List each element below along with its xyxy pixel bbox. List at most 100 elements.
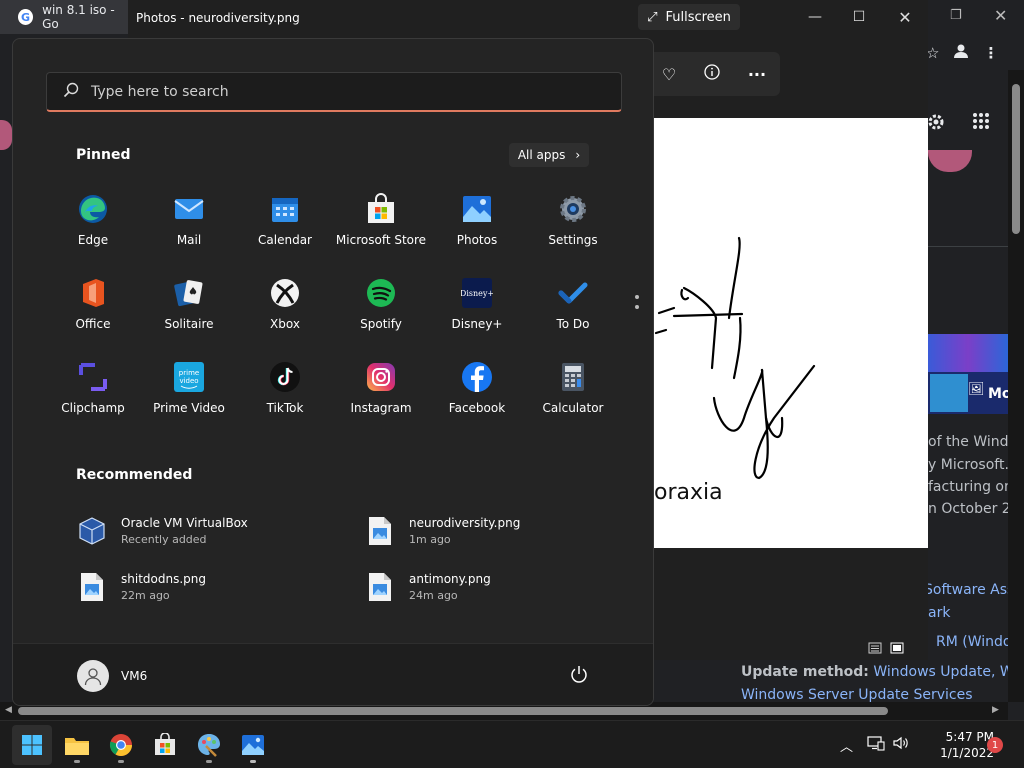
pinned-app-label: Calculator — [542, 401, 604, 415]
taskbar-photos[interactable] — [233, 725, 273, 765]
update-method-links[interactable]: Windows Update, Window — [873, 664, 1024, 680]
start-search-input[interactable]: Type here to search — [46, 72, 622, 112]
recommended-item[interactable]: Oracle VM VirtualBox Recently added — [77, 511, 347, 551]
pinned-app-calendar[interactable]: Calendar — [237, 189, 333, 259]
taskbar-file-explorer[interactable] — [57, 725, 97, 765]
wiki-line: of the Windo — [928, 434, 1018, 450]
doodle-fragment-left — [0, 120, 12, 150]
maximize-button[interactable]: ☐ — [836, 6, 882, 28]
restore-icon[interactable]: ❐ — [950, 8, 962, 23]
pinned-app-label: Photos — [456, 233, 498, 247]
store-icon — [155, 733, 175, 755]
bookmark-star-icon[interactable]: ☆ — [926, 44, 939, 62]
taskbar-paint[interactable] — [189, 725, 229, 765]
pinned-app-label: Spotify — [360, 317, 402, 331]
pinned-app-label: Settings — [548, 233, 598, 247]
chrome-icon — [109, 734, 132, 756]
pinned-app-disney[interactable]: Disney+ Disney+ — [429, 273, 525, 343]
virtualbox-icon — [77, 516, 107, 546]
maximize-icon: ☐ — [852, 9, 866, 25]
pinned-app-office[interactable]: Office — [45, 273, 141, 343]
recommended-name: antimony.png — [409, 572, 491, 586]
all-apps-button[interactable]: All apps › — [509, 143, 589, 167]
network-icon[interactable] — [867, 735, 885, 755]
pinned-app-label: Mail — [176, 233, 202, 247]
store-icon — [365, 193, 397, 225]
pinned-app-facebook[interactable]: Facebook — [429, 357, 525, 427]
pinned-app-photos[interactable]: Photos — [429, 189, 525, 259]
edge-icon — [77, 193, 109, 225]
scrollbar-thumb[interactable] — [1012, 84, 1020, 234]
power-button[interactable] — [569, 664, 593, 688]
recommended-subtitle: 24m ago — [409, 589, 458, 602]
recommended-item[interactable]: antimony.png 24m ago — [365, 567, 635, 607]
scrollbar-thumb[interactable] — [18, 707, 888, 715]
recommended-subtitle: 1m ago — [409, 533, 451, 546]
minimize-button[interactable]: — — [792, 6, 838, 28]
volume-icon[interactable] — [893, 735, 909, 755]
list-view-icon[interactable] — [868, 640, 882, 659]
favorite-heart-icon[interactable]: ♡ — [662, 65, 676, 84]
pinned-app-label: Microsoft Store — [335, 233, 427, 247]
pinned-app-calculator[interactable]: Calculator — [525, 357, 621, 427]
taskbar-chrome[interactable] — [101, 725, 141, 765]
pinned-app-edge[interactable]: Edge — [45, 189, 141, 259]
search-placeholder: Type here to search — [91, 83, 229, 100]
wsus-link[interactable]: Windows Server Update Services — [741, 687, 973, 703]
taskbar-store[interactable] — [145, 725, 185, 765]
instagram-icon — [365, 361, 397, 393]
image-thumbnail[interactable]: 🖼 Mo — [928, 334, 1012, 414]
info-icon[interactable] — [704, 64, 720, 84]
mark-link[interactable]: ark — [928, 605, 950, 621]
settings-gear-icon[interactable] — [926, 112, 946, 136]
fullscreen-button[interactable]: ⤢ Fullscreen — [638, 4, 740, 30]
page-indicator[interactable] — [633, 295, 641, 325]
pinned-app-xbox[interactable]: Xbox — [237, 273, 333, 343]
recommended-item[interactable]: neurodiversity.png 1m ago — [365, 511, 635, 551]
close-button[interactable]: ✕ — [882, 6, 928, 28]
filmstrip-view-icon[interactable] — [890, 640, 904, 659]
pinned-app-to-do[interactable]: To Do — [525, 273, 621, 343]
pinned-app-mail[interactable]: Mail — [141, 189, 237, 259]
image-file-icon — [365, 516, 395, 546]
scroll-right-icon[interactable]: ▶ — [992, 705, 999, 715]
show-hidden-icons-chevron-icon[interactable]: ︿ — [840, 736, 853, 755]
chrome-tab[interactable]: G win 8.1 iso - Go — [0, 0, 130, 34]
paint-icon — [198, 734, 220, 757]
profile-icon[interactable] — [953, 43, 969, 63]
pinned-app-label: Calendar — [258, 233, 312, 247]
scroll-left-icon[interactable]: ◀ — [5, 705, 12, 715]
recommended-subtitle: 22m ago — [121, 589, 170, 602]
google-apps-icon[interactable] — [972, 112, 990, 134]
recommended-item[interactable]: shitdodns.png 22m ago — [77, 567, 347, 607]
pinned-app-label: TikTok — [266, 401, 304, 415]
clipchamp-icon — [77, 361, 109, 393]
recommended-name: Oracle VM VirtualBox — [121, 516, 248, 530]
pinned-app-prime-video[interactable]: prime video Prime Video — [141, 357, 237, 427]
pinned-app-tiktok[interactable]: TikTok — [237, 357, 333, 427]
start-button[interactable] — [12, 725, 52, 765]
more-options-icon[interactable]: ··· — [748, 65, 766, 84]
chrome-tab-title: win 8.1 iso - Go — [42, 3, 115, 31]
pinned-app-microsoft-store[interactable]: Microsoft Store — [333, 189, 429, 259]
pinned-app-instagram[interactable]: Instagram — [333, 357, 429, 427]
pinned-app-label: Solitaire — [164, 317, 214, 331]
pinned-app-label: Xbox — [270, 317, 300, 331]
user-account-button[interactable]: VM6 — [77, 660, 147, 692]
close-icon[interactable]: ✕ — [994, 6, 1007, 25]
vertical-scrollbar[interactable] — [1008, 70, 1024, 702]
notification-badge[interactable]: 1 — [987, 737, 1003, 753]
all-apps-label: All apps — [517, 148, 566, 162]
clock-time: 5:47 PM — [945, 730, 994, 744]
pinned-app-solitaire[interactable]: Solitaire — [141, 273, 237, 343]
update-method-row: Update method: Windows Update, Window — [741, 664, 1024, 680]
clock[interactable]: 5:47 PM 1/1/2022 — [924, 729, 994, 761]
system-tray: ︿ — [840, 725, 909, 765]
photos-window-title: Photos - neurodiversity.png — [136, 11, 300, 25]
chevron-right-icon: › — [575, 148, 581, 162]
pinned-app-settings[interactable]: Settings — [525, 189, 621, 259]
chrome-menu-icon[interactable]: ⋮ — [983, 44, 998, 62]
pinned-app-clipchamp[interactable]: Clipchamp — [45, 357, 141, 427]
minimize-icon: — — [808, 9, 822, 25]
pinned-app-spotify[interactable]: Spotify — [333, 273, 429, 343]
